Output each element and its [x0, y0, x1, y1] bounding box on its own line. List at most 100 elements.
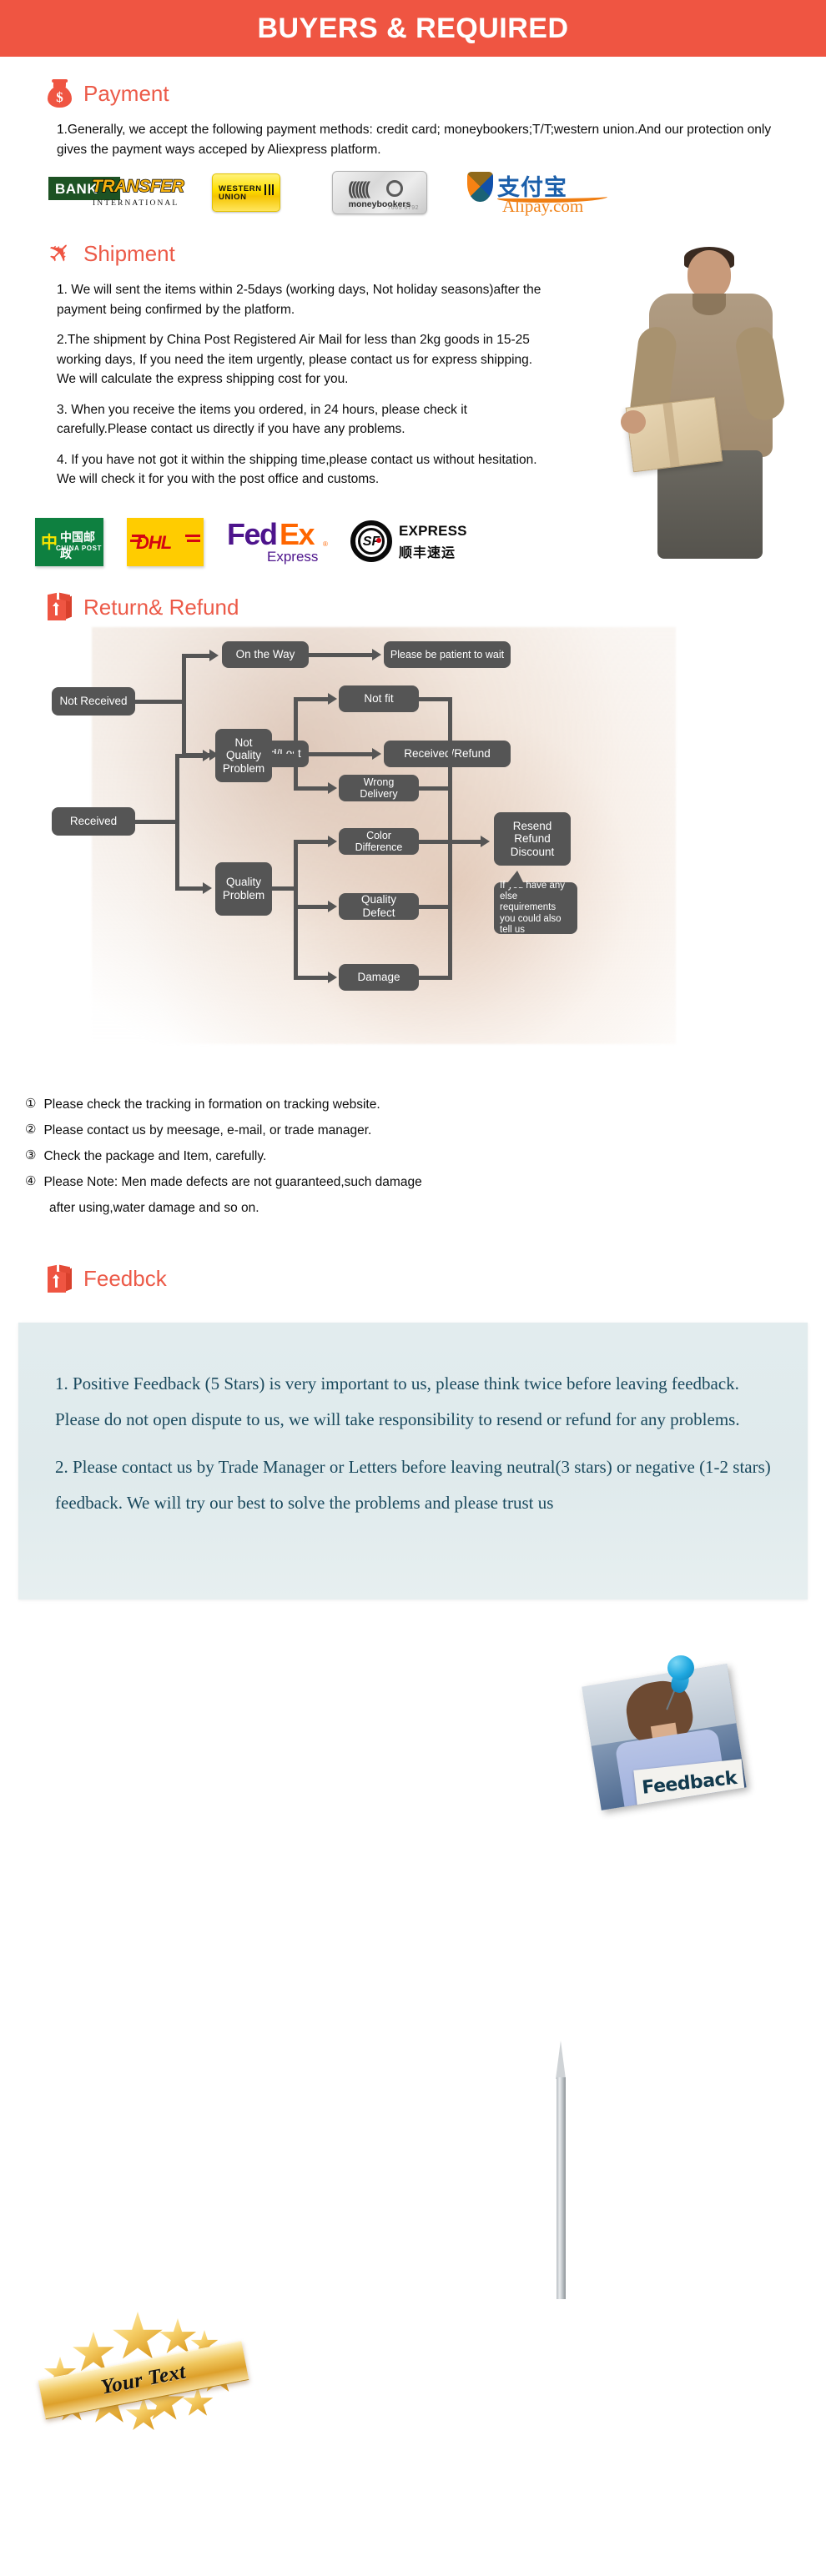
note-item: ② Please contact us by meesage, e-mail, …	[25, 1120, 801, 1141]
flow-arrow	[328, 836, 337, 848]
feedback-paragraph-1: 1. Positive Feedback (5 Stars) is very i…	[55, 1373, 740, 1429]
section-title-payment: Payment	[83, 80, 169, 106]
note-text: Please Note: Men made defects are not gu…	[43, 1175, 422, 1190]
section-title-returns: Return& Refund	[83, 594, 239, 620]
flow-node-resend-refund-discount: Resend Refund Discount	[494, 812, 571, 866]
flow-line	[419, 697, 452, 702]
moneybookers-logo: (((((( moneybookers 7665 8792	[332, 171, 427, 215]
returns-flowchart: Not Received On the Way Please be patien…	[0, 627, 826, 1094]
moneybookers-ring-icon	[386, 180, 403, 198]
note-item: ③ Check the package and Item, carefully.	[25, 1146, 801, 1167]
flow-arrow	[203, 882, 212, 895]
feedback-box-icon	[46, 1264, 74, 1294]
western-union-logo: WESTERN UNION	[212, 173, 280, 213]
sf-express-en: EXPRESS	[399, 523, 467, 540]
note-item: ④ Please Note: Men made defects are not …	[25, 1172, 801, 1193]
returns-notes-list: ① Please check the tracking in formation…	[0, 1094, 826, 1219]
note-number: ②	[25, 1122, 37, 1137]
bank-transfer-sub: INTERNATIONAL	[93, 199, 179, 208]
flow-line	[419, 976, 452, 981]
flow-line	[294, 840, 298, 981]
bank-transfer-word2: TRANSFER	[91, 176, 184, 197]
moneybookers-number: 7665 8792	[387, 205, 419, 212]
flow-node-wrong-delivery: Wrong Delivery	[339, 775, 419, 802]
flow-line	[182, 654, 186, 758]
section-title-feedback: Feedbck	[83, 1266, 167, 1292]
note-number: ③	[25, 1148, 37, 1163]
flow-node-on-the-way: On the Way	[222, 641, 309, 669]
flow-node-quality-problem: Quality Problem	[215, 862, 272, 916]
section-title-shipment: Shipment	[83, 240, 175, 266]
shipment-paragraph-2: 2.The shipment by China Post Registered …	[57, 333, 533, 387]
shipment-paragraph-1: 1. We will sent the items within 2-5days…	[57, 283, 541, 317]
flow-arrow	[203, 750, 212, 762]
flow-line	[272, 886, 294, 891]
alipay-word: Alipay.com	[502, 196, 584, 217]
flow-line	[298, 976, 328, 981]
flow-line	[448, 697, 452, 843]
flow-node-please-wait: Please be patient to wait	[384, 641, 511, 669]
note-number: ①	[25, 1097, 37, 1112]
courier-logos-row: 中 中国邮政 CHINA POST DHL Fed Ex ® Express S…	[0, 510, 826, 567]
section-header-shipment: ✈ Shipment	[0, 233, 826, 272]
alipay-logo: 支付宝 Alipay.com	[467, 170, 614, 217]
fedex-sub: Express	[267, 549, 319, 565]
sf-express-logo: SF EXPRESS 顺丰速运	[350, 519, 467, 565]
moneybookers-arcs-icon: ((((((	[348, 179, 370, 199]
flow-node-quality-defect: Quality Defect	[339, 893, 419, 921]
dhl-logo: DHL	[127, 518, 204, 567]
china-post-en: CHINA POST	[56, 545, 103, 553]
pencil-illustration	[556, 2041, 566, 2299]
payment-logos-row: BANK TRANSFER INTERNATIONAL WESTERN UNIO…	[0, 170, 826, 217]
flow-line	[298, 697, 328, 702]
flow-arrow	[372, 748, 381, 761]
badge-ribbon-text: Your Text	[98, 2360, 188, 2399]
flow-line	[179, 754, 203, 759]
flow-node-not-fit: Not fit	[339, 685, 419, 713]
fedex-part1: Fed	[227, 517, 278, 552]
flow-line	[272, 754, 294, 759]
note-number: ④	[25, 1174, 37, 1189]
section-header-feedback: Feedbck	[0, 1264, 826, 1294]
shipment-body: 1. We will sent the items within 2-5days…	[0, 280, 826, 490]
return-box-icon	[46, 592, 74, 622]
flow-line	[298, 840, 328, 845]
alipay-shield-icon	[467, 172, 493, 203]
dhl-text: DHL	[136, 532, 172, 554]
feedback-text-panel: 1. Positive Feedback (5 Stars) is very i…	[18, 1322, 808, 1599]
flow-node-damage: Damage	[339, 964, 419, 992]
page-title: BUYERS & REQUIRED	[257, 12, 569, 44]
gold-star-badge: Your Text	[35, 2310, 260, 2443]
flow-line	[135, 820, 175, 825]
flow-arrow	[328, 901, 337, 913]
flow-node-color-difference: Color Difference	[339, 828, 419, 856]
shipment-paragraph-3: 3. When you receive the items you ordere…	[57, 402, 467, 437]
flow-node-received: Received	[52, 807, 135, 836]
sf-dot-icon	[376, 538, 381, 544]
flow-line	[135, 700, 182, 705]
flow-line	[298, 786, 328, 791]
payment-body: 1.Generally, we accept the following pay…	[0, 120, 826, 159]
flow-node-not-received: Not Received	[52, 687, 135, 716]
flow-arrow	[481, 836, 490, 848]
flow-line	[175, 754, 179, 891]
sf-express-cn: 顺丰速运	[399, 545, 456, 561]
flow-line	[298, 905, 328, 910]
flow-node-received-refund: Received/Refund	[384, 741, 511, 768]
feedback-paragraph-2: 2. Please contact us by Trade Manager or…	[55, 1456, 771, 1513]
western-union-line2: UNION	[219, 192, 247, 202]
push-pin-icon	[661, 1655, 701, 1710]
flow-callout-extra-requirements: If you have any else requirements you co…	[494, 881, 577, 935]
note-text: Check the package and Item, carefully.	[43, 1149, 267, 1164]
western-union-bars	[264, 184, 274, 196]
flow-line	[186, 654, 209, 659]
shipment-paragraph-4: 4. If you have not got it within the shi…	[57, 452, 537, 487]
airplane-icon: ✈	[40, 233, 79, 272]
china-post-mark-icon: 中	[41, 532, 58, 553]
flow-arrow	[328, 972, 337, 984]
flow-line	[309, 653, 372, 658]
flow-node-not-quality-problem: Not Quality Problem	[215, 729, 272, 783]
shipment-section: ✈ Shipment 1. We will sent the items wit…	[0, 233, 826, 567]
fedex-logo: Fed Ex ® Express	[227, 517, 328, 567]
flow-arrow	[328, 693, 337, 706]
